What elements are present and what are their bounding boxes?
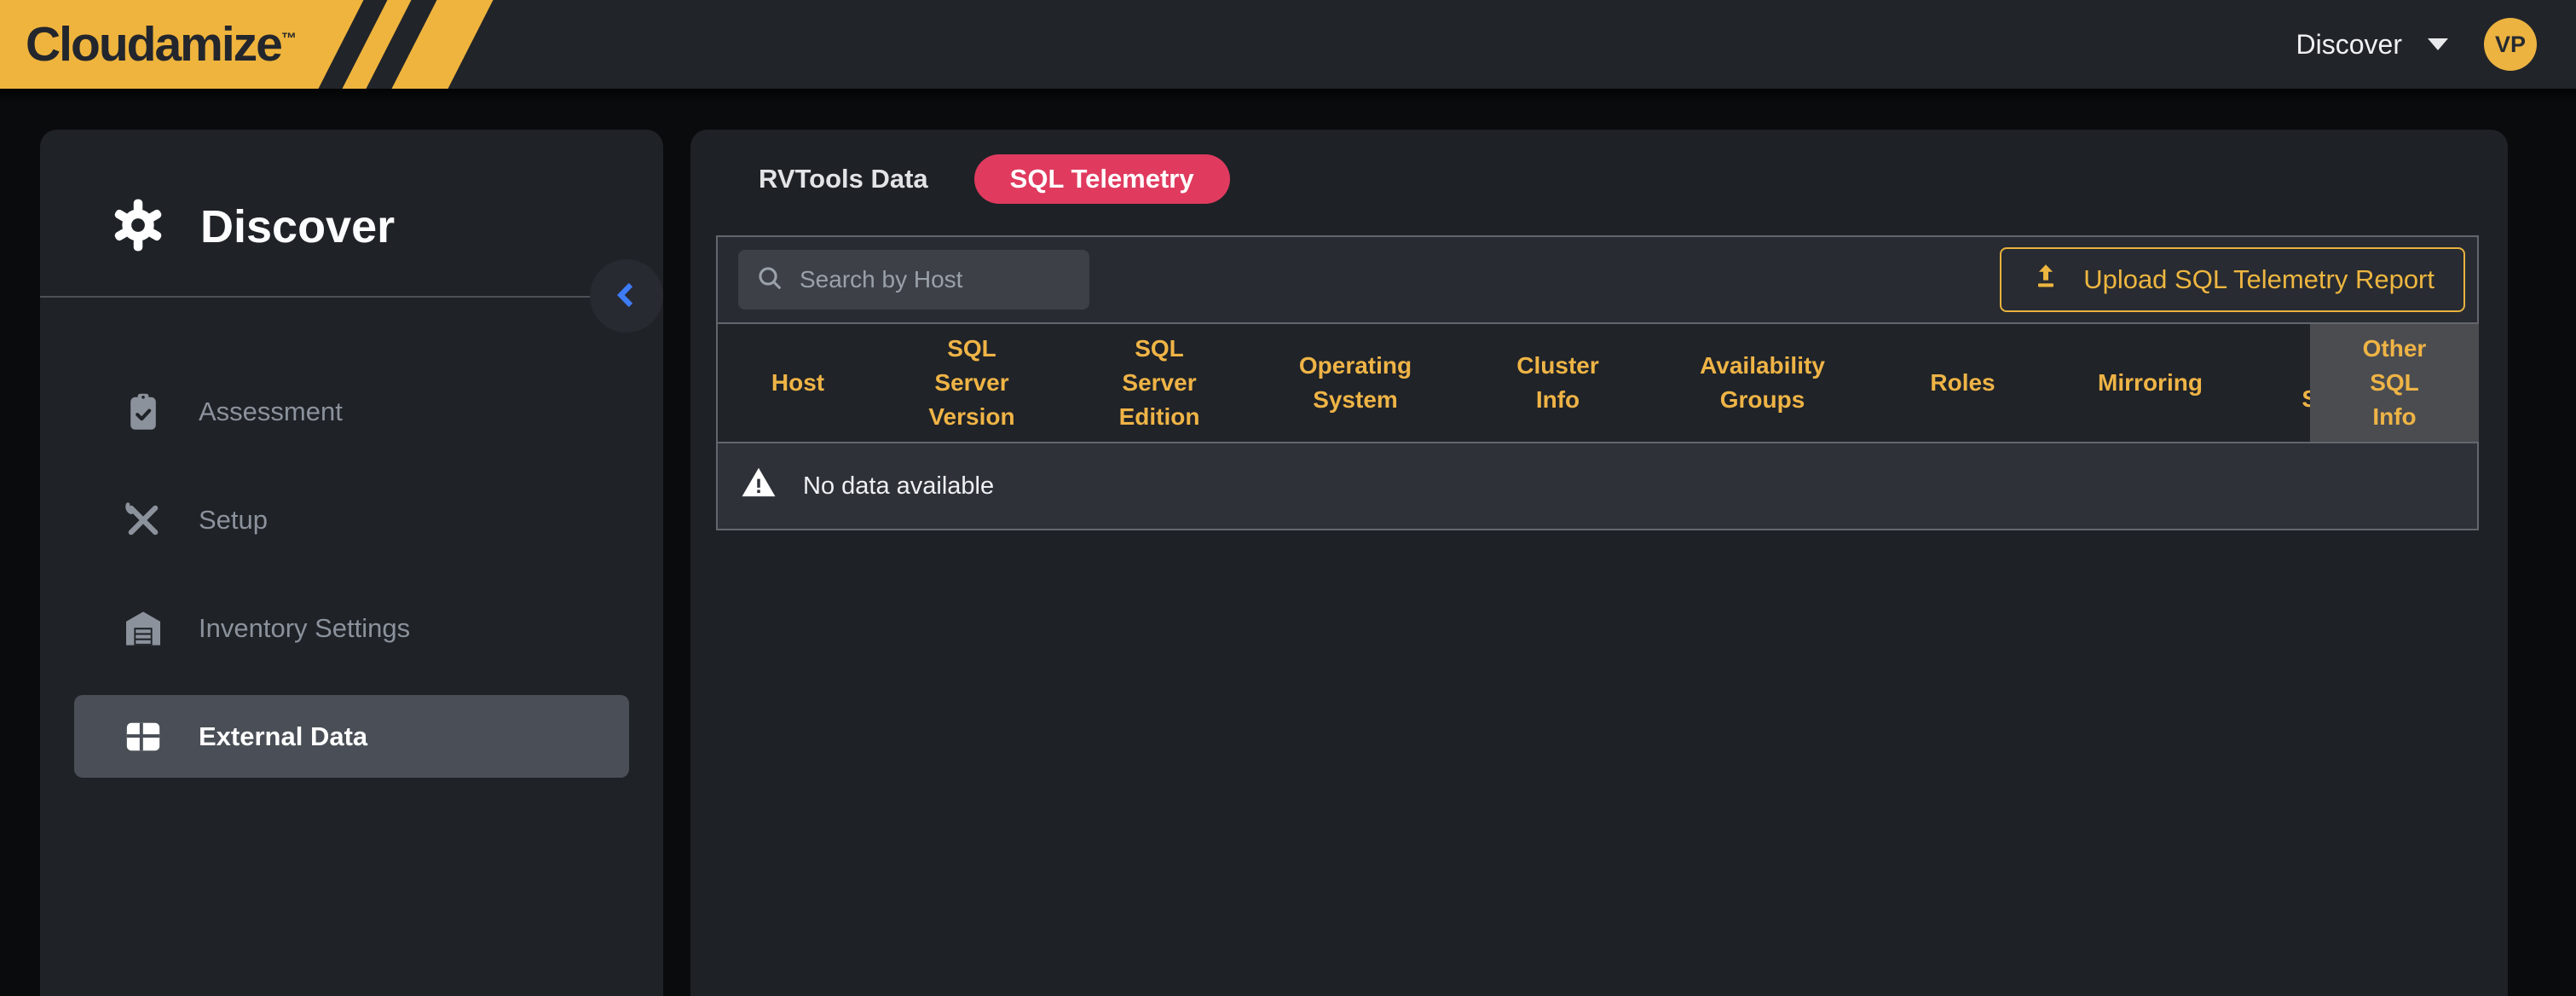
search-input[interactable]	[800, 266, 1072, 293]
search-box[interactable]	[738, 250, 1089, 310]
tab-sql-telemetry[interactable]: SQL Telemetry	[974, 154, 1230, 204]
warning-icon	[740, 464, 777, 508]
tab-rvtools-data[interactable]: RVTools Data	[759, 164, 928, 194]
sidebar-header: Discover	[40, 184, 663, 269]
column-header-sql-server-edition[interactable]: SQL Server Edition	[1066, 324, 1253, 442]
sidebar: Discover Assessment	[40, 130, 663, 996]
clipboard-check-icon	[120, 389, 166, 435]
empty-state-message: No data available	[803, 472, 994, 501]
tab-bar: RVTools Data SQL Telemetry	[759, 153, 1230, 205]
column-header-other-sql-info[interactable]: Other SQL Info	[2310, 324, 2479, 442]
column-header-roles[interactable]: Roles	[1867, 324, 2059, 442]
sidebar-item-label: Inventory Settings	[199, 613, 410, 644]
column-header-truncated[interactable]: S	[2242, 324, 2310, 442]
sidebar-item-setup[interactable]: Setup	[74, 478, 629, 561]
app-switcher-dropdown[interactable]: Discover	[2296, 29, 2448, 61]
warehouse-icon	[120, 605, 166, 651]
sidebar-collapse-button[interactable]	[590, 259, 663, 333]
sidebar-nav: Assessment Setup	[74, 370, 629, 778]
upload-button-label: Upload SQL Telemetry Report	[2083, 264, 2434, 295]
column-header-mirroring[interactable]: Mirroring	[2059, 324, 2242, 442]
sidebar-divider	[40, 296, 609, 298]
upload-icon	[2030, 261, 2061, 298]
table-header-row: Host SQL Server Version SQL Server Editi…	[718, 322, 2477, 443]
sidebar-item-assessment[interactable]: Assessment	[74, 370, 629, 453]
gear-icon	[108, 195, 168, 259]
sidebar-item-label: Assessment	[199, 397, 343, 427]
topbar-right: Discover VP	[2296, 0, 2537, 89]
table-grid-icon	[120, 714, 166, 760]
tools-icon	[120, 497, 166, 543]
chevron-left-icon	[609, 277, 644, 316]
app-screen: Cloudamize™ Discover VP	[0, 0, 2576, 996]
sidebar-item-label: Setup	[199, 505, 268, 536]
top-bar: Cloudamize™ Discover VP	[0, 0, 2576, 89]
logo-text: Cloudamize™	[26, 16, 297, 72]
topbar-shadow	[0, 89, 2576, 104]
caret-down-icon	[2428, 38, 2448, 50]
app-switcher-label: Discover	[2296, 29, 2402, 61]
sql-telemetry-table: Upload SQL Telemetry Report Host SQL Ser…	[716, 235, 2479, 530]
column-header-host[interactable]: Host	[718, 324, 878, 442]
empty-state-row: No data available	[718, 443, 2477, 529]
sidebar-title: Discover	[200, 200, 395, 253]
cloudamize-logo: Cloudamize™	[0, 0, 546, 89]
user-avatar[interactable]: VP	[2484, 18, 2537, 71]
sidebar-item-external-data[interactable]: External Data	[74, 695, 629, 778]
sidebar-item-label: External Data	[199, 721, 367, 752]
trademark-symbol: ™	[281, 30, 297, 47]
column-header-sql-server-version[interactable]: SQL Server Version	[878, 324, 1066, 442]
column-header-cluster-info[interactable]: Cluster Info	[1458, 324, 1658, 442]
sidebar-item-inventory-settings[interactable]: Inventory Settings	[74, 587, 629, 669]
search-icon	[755, 263, 784, 297]
column-header-operating-system[interactable]: Operating System	[1253, 324, 1458, 442]
table-toolbar: Upload SQL Telemetry Report	[718, 237, 2477, 322]
upload-sql-telemetry-button[interactable]: Upload SQL Telemetry Report	[2000, 247, 2465, 312]
column-header-availability-groups[interactable]: Availability Groups	[1658, 324, 1867, 442]
main-panel: RVTools Data SQL Telemetry	[690, 130, 2508, 996]
